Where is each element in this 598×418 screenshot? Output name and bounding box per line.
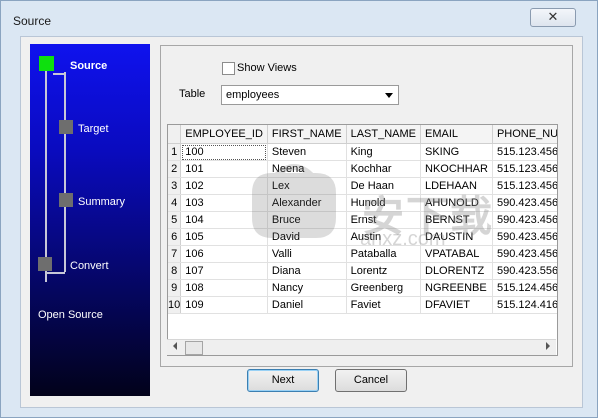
scroll-left-icon[interactable] — [173, 342, 177, 350]
step-label-summary: Summary — [78, 196, 126, 208]
table-cell[interactable]: 590.423.456 — [492, 194, 557, 212]
table-row[interactable]: 10 109 Daniel Faviet DFAVIET 515.124.416 — [168, 296, 557, 314]
table-cell[interactable]: Faviet — [346, 296, 422, 314]
header-row: EMPLOYEE_ID FIRST_NAME LAST_NAME EMAIL P… — [168, 125, 557, 144]
column-header[interactable]: PHONE_NUM — [492, 125, 557, 144]
table-cell[interactable]: Diana — [267, 262, 347, 280]
title-bar: Source ✕ — [1, 1, 597, 37]
step-indicator-summary — [59, 193, 73, 207]
table-cell[interactable]: Alexander — [267, 194, 347, 212]
row-number[interactable]: 1 — [168, 143, 182, 161]
watermark-url: anxz.com — [360, 228, 446, 250]
table-cell[interactable]: Lex — [267, 177, 347, 195]
wizard-trunk-line — [45, 64, 47, 282]
open-source-label: Open Source — [38, 309, 103, 321]
table-row[interactable]: 9 108 Nancy Greenberg NGREENBE 515.124.456 — [168, 279, 557, 297]
row-number[interactable]: 7 — [168, 245, 182, 263]
row-number[interactable]: 4 — [168, 194, 182, 212]
table-cell[interactable]: 590.423.456 — [492, 228, 557, 246]
column-header[interactable]: EMPLOYEE_ID — [180, 125, 268, 144]
table-cell[interactable]: 590.423.456 — [492, 245, 557, 263]
table-cell[interactable]: 515.123.456 — [492, 160, 557, 178]
wizard-connector-line — [45, 272, 65, 274]
row-number[interactable]: 2 — [168, 160, 182, 178]
table-cell[interactable]: 102 — [180, 177, 268, 195]
column-header[interactable]: LAST_NAME — [346, 125, 422, 144]
wizard-connector-line — [53, 73, 66, 75]
table-cell[interactable]: 590.423.456 — [492, 211, 557, 229]
table-label: Table — [179, 88, 206, 100]
step-indicator-convert — [38, 257, 52, 271]
window-title: Source — [13, 14, 52, 28]
wizard-branch-line — [64, 72, 66, 272]
step-label-source: Source — [70, 60, 108, 72]
table-cell[interactable]: 100 — [180, 143, 268, 161]
chevron-down-icon[interactable] — [385, 93, 393, 98]
table-cell[interactable]: 106 — [180, 245, 268, 263]
table-cell[interactable]: 515.123.456 — [492, 143, 557, 161]
table-cell[interactable]: Daniel — [267, 296, 347, 314]
table-cell[interactable]: Greenberg — [346, 279, 422, 297]
table-cell[interactable]: Bruce — [267, 211, 347, 229]
table-cell[interactable]: 103 — [180, 194, 268, 212]
row-number[interactable]: 10 — [168, 296, 182, 314]
table-cell[interactable]: 101 — [180, 160, 268, 178]
horizontal-scrollbar[interactable] — [167, 339, 556, 355]
table-row[interactable]: 2 101 Neena Kochhar NKOCHHAR 515.123.456 — [168, 160, 557, 178]
table-cell[interactable]: Kochhar — [346, 160, 422, 178]
next-button[interactable]: Next — [247, 369, 319, 392]
table-cell[interactable]: 108 — [180, 279, 268, 297]
table-cell[interactable]: NGREENBE — [420, 279, 493, 297]
table-select[interactable]: employees — [221, 85, 399, 105]
cancel-button[interactable]: Cancel — [335, 369, 407, 392]
row-number[interactable]: 5 — [168, 211, 182, 229]
step-label-target: Target — [78, 123, 109, 135]
table-cell[interactable]: 590.423.556 — [492, 262, 557, 280]
table-cell[interactable]: 104 — [180, 211, 268, 229]
row-number[interactable]: 3 — [168, 177, 182, 195]
wizard-steps-panel: Source Target Summary Convert Open Sourc… — [30, 44, 150, 396]
row-number[interactable]: 6 — [168, 228, 182, 246]
step-indicator-target — [59, 120, 73, 134]
close-icon: ✕ — [547, 9, 559, 24]
scrollbar-thumb[interactable] — [185, 341, 203, 355]
table-row[interactable]: 8 107 Diana Lorentz DLORENTZ 590.423.556 — [168, 262, 557, 280]
row-number[interactable]: 8 — [168, 262, 182, 280]
table-cell[interactable]: SKING — [420, 143, 493, 161]
show-views-label[interactable]: Show Views — [237, 62, 297, 74]
table-cell[interactable]: DLORENTZ — [420, 262, 493, 280]
table-row[interactable]: 1 100 Steven King SKING 515.123.456 — [168, 143, 557, 161]
table-cell[interactable]: NKOCHHAR — [420, 160, 493, 178]
table-cell[interactable]: 515.124.456 — [492, 279, 557, 297]
show-views-checkbox[interactable] — [222, 62, 235, 75]
table-cell[interactable]: Lorentz — [346, 262, 422, 280]
column-header[interactable]: EMAIL — [420, 125, 493, 144]
table-cell[interactable]: 105 — [180, 228, 268, 246]
table-cell[interactable]: Neena — [267, 160, 347, 178]
table-cell[interactable]: Valli — [267, 245, 347, 263]
row-number[interactable]: 9 — [168, 279, 182, 297]
table-cell[interactable]: Nancy — [267, 279, 347, 297]
step-label-convert: Convert — [70, 260, 109, 272]
table-select-value: employees — [226, 89, 280, 101]
close-button[interactable]: ✕ — [530, 8, 576, 27]
table-cell[interactable]: David — [267, 228, 347, 246]
table-cell[interactable]: 109 — [180, 296, 268, 314]
table-cell[interactable]: 515.124.416 — [492, 296, 557, 314]
table-cell[interactable]: 515.123.456 — [492, 177, 557, 195]
column-header[interactable]: FIRST_NAME — [267, 125, 347, 144]
table-cell[interactable]: DFAVIET — [420, 296, 493, 314]
table-cell[interactable]: 107 — [180, 262, 268, 280]
corner-header — [168, 125, 182, 144]
table-cell[interactable]: King — [346, 143, 422, 161]
step-indicator-source — [39, 56, 54, 71]
scroll-right-icon[interactable] — [546, 342, 550, 350]
table-cell[interactable]: Steven — [267, 143, 347, 161]
